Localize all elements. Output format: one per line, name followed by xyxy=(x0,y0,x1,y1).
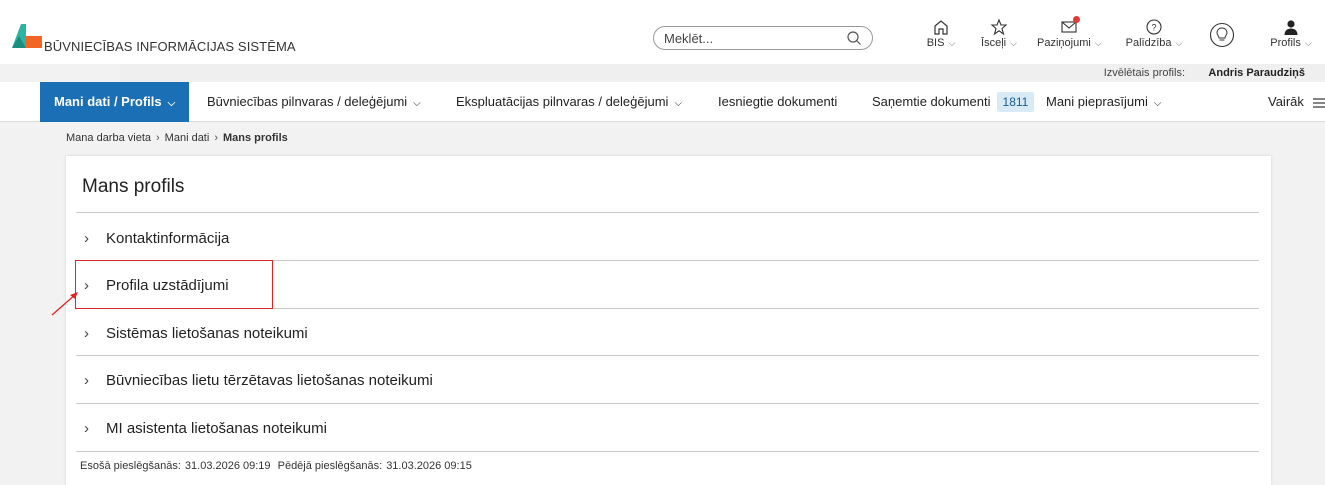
profile-card: Mans profils › Kontaktinformācija › Prof… xyxy=(66,156,1271,485)
user-icon xyxy=(1284,20,1298,35)
section-label: Kontaktinformācija xyxy=(106,229,230,247)
chevron-right-icon: › xyxy=(84,324,89,342)
more-label: Vairāk xyxy=(1268,94,1304,109)
breadcrumb: Mana darba vieta › Mani dati › Mans profils xyxy=(66,132,288,144)
nav-profile-label: Profils xyxy=(1270,37,1301,49)
chevron-right-icon: › xyxy=(84,229,89,247)
session-info: Esošā pieslēgšanās: 31.03.2026 09:19 Pēdē… xyxy=(80,460,476,472)
search-box[interactable] xyxy=(653,26,873,50)
nav-shortcuts[interactable]: Īsceļi ⌵ xyxy=(975,18,1023,60)
tab-my-requests[interactable]: Mani pieprasījumi ⌵ xyxy=(1046,82,1161,122)
page-title: Mans profils xyxy=(82,176,185,197)
chevron-down-icon: ⌵ xyxy=(413,98,421,109)
tab-label: Mani dati / Profils xyxy=(54,94,162,109)
selected-profile-bar: Izvēlētais profils: Andris Paraudziņš xyxy=(120,64,1325,82)
breadcrumb-workspace[interactable]: Mana darba vieta xyxy=(66,132,151,144)
unread-dot xyxy=(1073,16,1080,23)
nav-bis[interactable]: BIS ⌵ xyxy=(918,18,964,60)
last-login-value: 31.03.2026 09:15 xyxy=(386,460,472,472)
nav-help[interactable]: ? Palīdzība ⌵ xyxy=(1114,18,1194,60)
nav-help-label: Palīdzība xyxy=(1125,37,1172,49)
breadcrumb-my-data[interactable]: Mani dati xyxy=(165,132,210,144)
lightbulb-icon xyxy=(1209,22,1235,48)
tab-label: Iesniegtie dokumenti xyxy=(718,94,838,109)
divider xyxy=(76,451,1259,452)
nav-ideas[interactable] xyxy=(1208,22,1236,64)
divider xyxy=(76,355,1259,356)
last-login-label: Pēdējā pieslēgšanās: xyxy=(277,460,383,472)
nav-shortcuts-label: Īsceļi xyxy=(981,37,1007,49)
tab-label: Būvniecības pilnvaras / deleģējumi xyxy=(207,94,408,109)
chevron-down-icon: ⌵ xyxy=(1153,98,1162,109)
app-title[interactable]: BŪVNIECĪBAS INFORMĀCIJAS SISTĒMA xyxy=(44,39,296,54)
chevron-down-icon: ⌵ xyxy=(167,98,176,109)
highlight-box xyxy=(75,260,273,309)
nav-bis-label: BIS xyxy=(926,37,945,49)
breadcrumb-current: Mans profils xyxy=(222,132,288,144)
chevron-down-icon: ⌵ xyxy=(948,38,956,48)
chevron-right-icon: › xyxy=(84,371,89,389)
received-count-badge: 1811 xyxy=(996,92,1035,112)
tab-my-data-profile[interactable]: Mani dati / Profils ⌵ xyxy=(40,82,190,122)
nav-notifications[interactable]: Paziņojumi ⌵ xyxy=(1037,16,1102,60)
svg-text:?: ? xyxy=(1151,23,1156,33)
main-nav: Mani dati / Profils ⌵ Būvniecības pilnvar… xyxy=(0,82,1325,122)
tab-received-documents[interactable]: Saņemtie dokumenti 1811 xyxy=(872,82,1035,122)
section-label: Būvniecības lietu tērzētavas lietošanas … xyxy=(106,371,433,389)
chevron-down-icon: ⌵ xyxy=(1304,38,1312,48)
selected-profile-label: Izvēlētais profils: xyxy=(1103,67,1185,79)
section-ai-assistant-terms[interactable]: › MI asistenta lietošanas noteikumi xyxy=(84,405,1254,451)
nav-profile[interactable]: Profils ⌵ xyxy=(1262,18,1320,60)
tab-submitted-documents[interactable]: Iesniegtie dokumenti xyxy=(718,82,837,122)
section-label: MI asistenta lietošanas noteikumi xyxy=(106,419,327,437)
tab-label: Ekspluatācijas pilnvaras / deleģējumi xyxy=(456,94,669,109)
chevron-right-icon: › xyxy=(84,419,89,437)
star-icon xyxy=(990,18,1008,36)
help-icon: ? xyxy=(1146,19,1162,35)
divider xyxy=(76,403,1259,404)
tab-label: Saņemtie dokumenti xyxy=(872,94,991,109)
menu-icon xyxy=(1312,97,1325,108)
nav-notifications-label: Paziņojumi xyxy=(1037,37,1091,49)
section-label: Sistēmas lietošanas noteikumi xyxy=(106,324,308,342)
tab-label: Mani pieprasījumi xyxy=(1046,94,1148,109)
search-input[interactable] xyxy=(664,27,844,49)
tab-operation-authorizations[interactable]: Ekspluatācijas pilnvaras / deleģējumi ⌵ xyxy=(456,82,682,122)
section-system-terms[interactable]: › Sistēmas lietošanas noteikumi xyxy=(84,310,1254,356)
selected-profile-name[interactable]: Andris Paraudziņš xyxy=(1208,67,1305,79)
divider xyxy=(76,212,1259,213)
annotation-arrow xyxy=(51,292,78,316)
bis-logo[interactable] xyxy=(12,24,42,48)
top-header: BŪVNIECĪBAS INFORMĀCIJAS SISTĒMA BIS⌵ Īs… xyxy=(0,0,1325,64)
chevron-right-icon: › xyxy=(214,132,218,144)
chevron-down-icon: ⌵ xyxy=(1010,38,1017,48)
tab-construction-authorizations[interactable]: Būvniecības pilnvaras / deleģējumi ⌵ xyxy=(207,82,421,122)
chevron-right-icon: › xyxy=(156,132,160,144)
home-icon xyxy=(934,20,948,35)
section-contact-info[interactable]: › Kontaktinformācija xyxy=(84,215,1254,261)
section-chat-terms[interactable]: › Būvniecības lietu tērzētavas lietošana… xyxy=(84,357,1254,403)
chevron-down-icon: ⌵ xyxy=(674,98,683,109)
chevron-down-icon: ⌵ xyxy=(1175,38,1183,48)
more-menu[interactable]: Vairāk xyxy=(1268,82,1325,122)
search-icon[interactable] xyxy=(846,30,862,46)
current-login-label: Esošā pieslēgšanās: xyxy=(80,460,181,472)
chevron-down-icon: ⌵ xyxy=(1094,38,1102,48)
current-login-value: 31.03.2026 09:19 xyxy=(184,460,271,472)
